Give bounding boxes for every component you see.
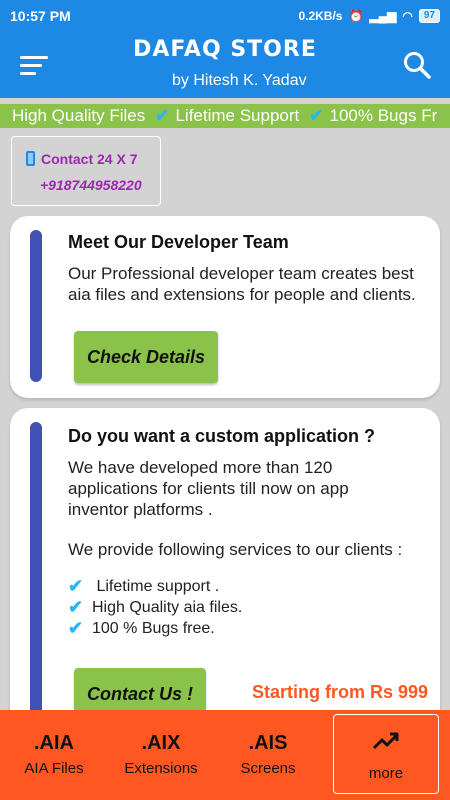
network-speed: 0.2KB/s <box>298 9 343 23</box>
card-text: applications for clients till now on app <box>68 479 349 498</box>
bottom-nav: .AIA AIA Files .AIX Extensions .AIS Scre… <box>0 710 450 800</box>
nav-screens[interactable]: .AIS Screens <box>228 710 308 800</box>
check-icon: ✔ <box>68 597 84 617</box>
check-icon: ✔ <box>309 106 324 125</box>
nav-more[interactable]: more <box>333 714 439 794</box>
ticker-item: 100% Bugs Fr <box>329 106 438 125</box>
trending-up-icon <box>372 732 399 750</box>
feature-ticker: High Quality Files ✔ Lifetime Support ✔ … <box>0 104 450 128</box>
contact-phone: +918744958220 <box>40 177 142 193</box>
card-text: aia files and extensions for people and … <box>68 285 416 304</box>
ticker-item: High Quality Files <box>12 106 146 125</box>
status-time: 10:57 PM <box>10 8 71 24</box>
card-text: We have developed more than 120 <box>68 458 333 477</box>
card-title: Do you want a custom application ? <box>68 426 376 446</box>
alarm-icon: ⏰ <box>348 9 364 23</box>
check-details-button[interactable]: Check Details <box>74 331 218 383</box>
app-bar: DAFAQ STORE by Hitesh K. Yadav <box>0 32 450 98</box>
nav-label: Extensions <box>124 760 198 777</box>
status-bar: 10:57 PM 0.2KB/s ⏰ ▂▄▆ ◠ 97 <box>0 0 450 32</box>
card-text: We provide following services to our cli… <box>68 540 403 559</box>
price-text: Starting from Rs 999 <box>251 682 428 702</box>
signal-icon: ▂▄▆ <box>369 9 397 23</box>
wifi-icon: ◠ <box>402 9 413 23</box>
battery-icon: 97 <box>418 9 440 23</box>
phone-icon <box>26 151 35 166</box>
nav-ext: .AIS <box>248 732 288 754</box>
developer-team-card: Meet Our Developer Team Our Professional… <box>10 216 440 398</box>
ticker-item: Lifetime Support <box>175 106 300 125</box>
list-item: ✔ High Quality aia files. <box>68 597 243 617</box>
nav-label: more <box>368 765 404 782</box>
nav-aia-files[interactable]: .AIA AIA Files <box>14 710 94 800</box>
nav-label: Screens <box>240 760 296 777</box>
check-icon: ✔ <box>68 576 84 596</box>
check-icon: ✔ <box>68 618 84 638</box>
nav-ext: .AIA <box>34 732 74 754</box>
list-item: ✔ 100 % Bugs free. <box>68 618 215 638</box>
card-title: Meet Our Developer Team <box>68 232 289 252</box>
nav-label: AIA Files <box>24 760 84 777</box>
contact-label-row: Contact 24 X 7 <box>26 151 137 167</box>
card-text: Our Professional developer team creates … <box>68 264 414 283</box>
card-accent-bar <box>30 422 42 732</box>
status-icons: 0.2KB/s ⏰ ▂▄▆ ◠ 97 <box>298 9 440 23</box>
card-accent-bar <box>30 230 42 382</box>
nav-ext: .AIX <box>141 732 181 754</box>
app-subtitle: by Hitesh K. Yadav <box>172 72 307 89</box>
nav-extensions[interactable]: .AIX Extensions <box>116 710 206 800</box>
contact-label: Contact 24 X 7 <box>41 151 138 167</box>
check-icon: ✔ <box>155 106 170 125</box>
contact-button[interactable]: Contact 24 X 7 +918744958220 <box>11 136 161 206</box>
search-icon[interactable] <box>402 50 432 80</box>
feature-list: ✔ Lifetime support . ✔ High Quality aia f… <box>68 576 242 639</box>
card-text: inventor platforms . <box>68 500 213 519</box>
custom-application-card: Do you want a custom application ? We ha… <box>10 408 440 732</box>
list-item: ✔ Lifetime support . <box>68 576 220 596</box>
app-title: DAFAQ STORE <box>133 37 317 62</box>
